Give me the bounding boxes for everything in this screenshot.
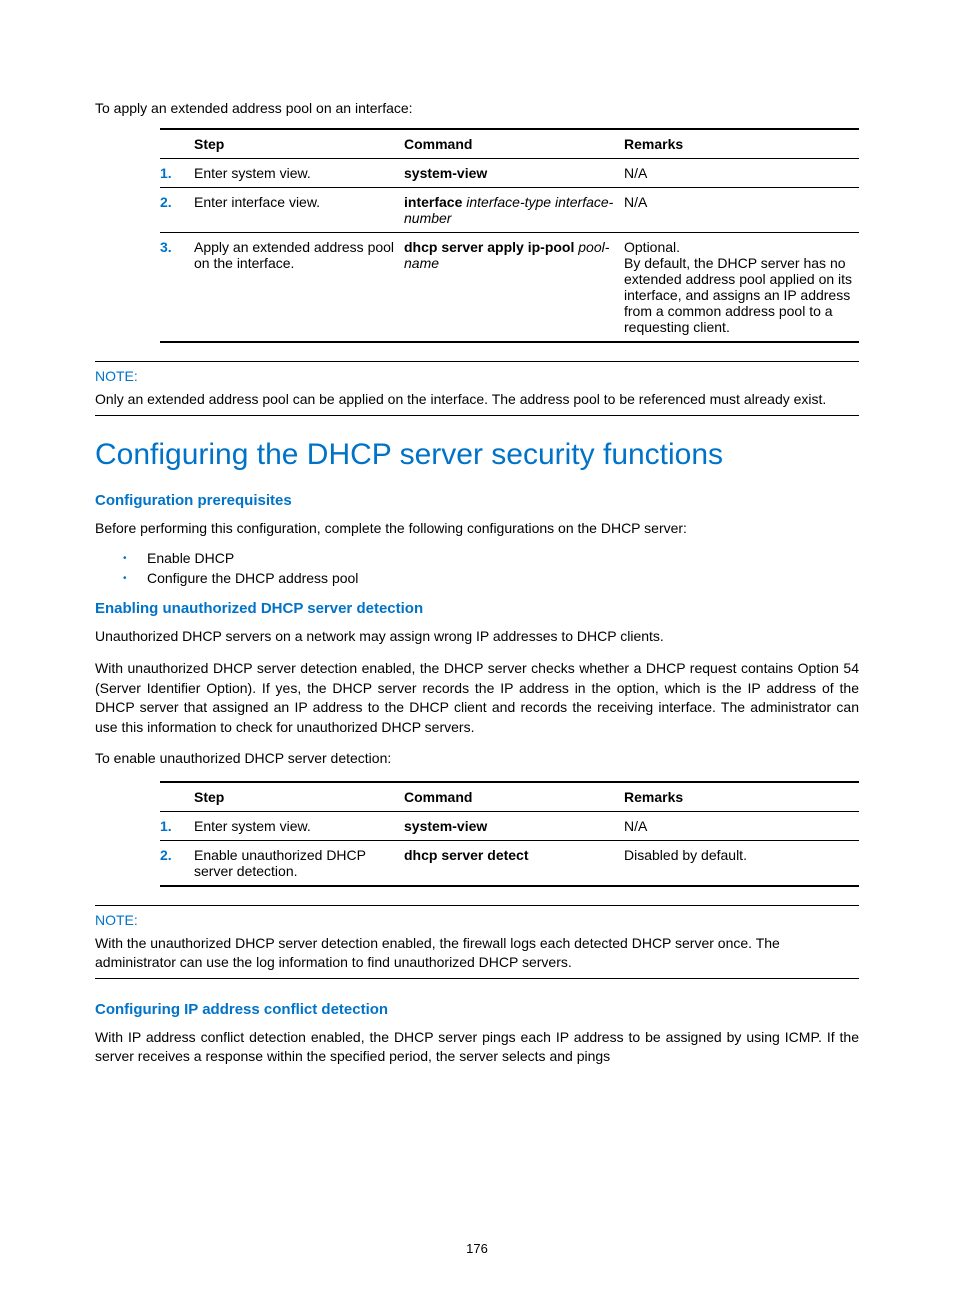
step-command: system-view (404, 812, 624, 841)
step-number: 2. (160, 194, 172, 210)
steps-table-2: Step Command Remarks 1. Enter system vie… (160, 781, 859, 887)
para-2a: Unauthorized DHCP servers on a network m… (95, 627, 859, 647)
section-heading: Configuring the DHCP server security fun… (95, 438, 859, 472)
step-remarks: Disabled by default. (624, 841, 859, 887)
step-desc: Enter interface view. (194, 188, 404, 233)
step-command: interface interface-type interface-numbe… (404, 188, 624, 233)
step-remarks: Optional. By default, the DHCP server ha… (624, 233, 859, 343)
steps-table-1: Step Command Remarks 1. Enter system vie… (160, 128, 859, 343)
table-row: 2. Enable unauthorized DHCP server detec… (160, 841, 859, 887)
para-3a: With IP address conflict detection enabl… (95, 1028, 859, 1067)
subheading-unauthorized-detection: Enabling unauthorized DHCP server detect… (95, 600, 859, 617)
note-block-1: NOTE: Only an extended address pool can … (95, 361, 859, 416)
table1-header-command: Command (404, 129, 624, 159)
step-number: 3. (160, 239, 172, 255)
list-item: Configure the DHCP address pool (123, 570, 859, 586)
table-2-wrapper: Step Command Remarks 1. Enter system vie… (160, 781, 859, 887)
table1-header-remarks: Remarks (624, 129, 859, 159)
step-command: dhcp server detect (404, 841, 624, 887)
table-row: 1. Enter system view. system-view N/A (160, 159, 859, 188)
para-2b: With unauthorized DHCP server detection … (95, 659, 859, 737)
note-label: NOTE: (95, 368, 859, 384)
note-block-2: NOTE: With the unauthorized DHCP server … (95, 905, 859, 979)
page-container: To apply an extended address pool on an … (0, 0, 954, 1296)
step-command: system-view (404, 159, 624, 188)
table2-header-remarks: Remarks (624, 782, 859, 812)
prereq-list: Enable DHCP Configure the DHCP address p… (95, 550, 859, 586)
page-number: 176 (0, 1241, 954, 1256)
step-number: 2. (160, 847, 172, 863)
step-desc: Apply an extended address pool on the in… (194, 233, 404, 343)
list-item: Enable DHCP (123, 550, 859, 566)
subheading-prerequisites: Configuration prerequisites (95, 492, 859, 509)
para-2c: To enable unauthorized DHCP server detec… (95, 749, 859, 769)
prereq-intro: Before performing this configuration, co… (95, 519, 859, 539)
step-desc: Enable unauthorized DHCP server detectio… (194, 841, 404, 887)
note-label: NOTE: (95, 912, 859, 928)
step-desc: Enter system view. (194, 812, 404, 841)
table-1-wrapper: Step Command Remarks 1. Enter system vie… (160, 128, 859, 343)
step-remarks: N/A (624, 188, 859, 233)
table-row: 3. Apply an extended address pool on the… (160, 233, 859, 343)
step-remarks: N/A (624, 159, 859, 188)
step-desc: Enter system view. (194, 159, 404, 188)
table2-header-step: Step (194, 782, 404, 812)
step-remarks: N/A (624, 812, 859, 841)
intro-text-1: To apply an extended address pool on an … (95, 100, 859, 116)
step-number: 1. (160, 165, 172, 181)
subheading-conflict-detection: Configuring IP address conflict detectio… (95, 1001, 859, 1018)
note-text: With the unauthorized DHCP server detect… (95, 934, 859, 972)
table2-header-command: Command (404, 782, 624, 812)
step-command: dhcp server apply ip-pool pool-name (404, 233, 624, 343)
table-row: 1. Enter system view. system-view N/A (160, 812, 859, 841)
note-text: Only an extended address pool can be app… (95, 390, 859, 409)
table-row: 2. Enter interface view. interface inter… (160, 188, 859, 233)
step-number: 1. (160, 818, 172, 834)
table1-header-step: Step (194, 129, 404, 159)
